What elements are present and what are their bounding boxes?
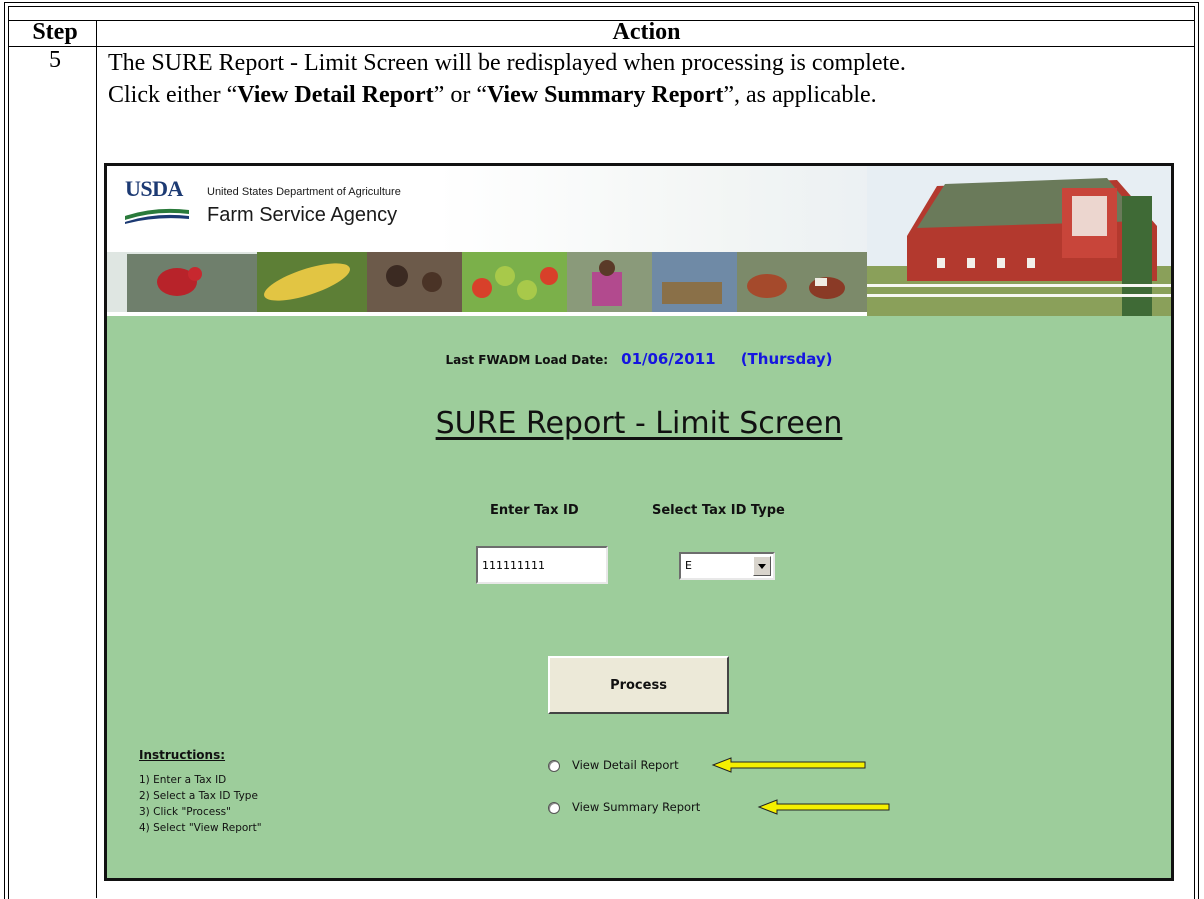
radio-icon[interactable] bbox=[548, 801, 560, 814]
action-line-2: Click either “View Detail Report” or “Vi… bbox=[108, 82, 877, 108]
step-number: 5 bbox=[49, 47, 61, 73]
header-step: Step bbox=[32, 19, 78, 45]
radio-icon[interactable] bbox=[548, 759, 560, 772]
tax-id-type-value: E bbox=[685, 559, 692, 572]
page-title: SURE Report - Limit Screen bbox=[435, 406, 843, 441]
instructions-list: 1) Enter a Tax ID 2) Select a Tax ID Typ… bbox=[139, 772, 262, 836]
fsa-banner: USDA United States Department of Agricul… bbox=[107, 166, 1171, 316]
limit-screen-body: Last FWADM Load Date: 01/06/2011 (Thursd… bbox=[107, 316, 1171, 878]
table-column-rule bbox=[96, 20, 97, 898]
load-date-row: Last FWADM Load Date: 01/06/2011 (Thursd… bbox=[107, 349, 1171, 368]
instruction-item: 1) Enter a Tax ID bbox=[139, 774, 227, 786]
dropdown-button[interactable] bbox=[753, 556, 771, 576]
pointer-arrow-icon bbox=[757, 799, 890, 815]
agriculture-photo-strip bbox=[107, 252, 867, 312]
view-summary-report-option[interactable]: View Summary Report bbox=[548, 800, 700, 814]
tax-id-input[interactable] bbox=[476, 546, 608, 584]
tax-id-label: Enter Tax ID bbox=[490, 503, 579, 518]
usda-logo: USDA bbox=[125, 176, 183, 201]
agency-name: Farm Service Agency bbox=[207, 204, 398, 226]
instruction-item: 3) Click "Process" bbox=[139, 806, 231, 818]
load-date-label: Last FWADM Load Date: bbox=[445, 353, 609, 367]
action-line-1: The SURE Report - Limit Screen will be r… bbox=[108, 50, 906, 76]
load-day-value: (Thursday) bbox=[740, 350, 833, 368]
header-action: Action bbox=[612, 19, 681, 45]
view-detail-report-option[interactable]: View Detail Report bbox=[548, 758, 679, 772]
detail-report-ref: View Detail Report bbox=[237, 82, 434, 108]
pointer-arrow-icon bbox=[711, 757, 866, 773]
summary-report-ref: View Summary Report bbox=[486, 82, 724, 108]
view-summary-report-label[interactable]: View Summary Report bbox=[572, 800, 700, 814]
dropdown-arrow-icon bbox=[758, 564, 766, 569]
sure-limit-screenshot: USDA United States Department of Agricul… bbox=[104, 163, 1174, 881]
load-date-value: 01/06/2011 bbox=[621, 350, 716, 368]
instruction-item: 2) Select a Tax ID Type bbox=[139, 790, 258, 802]
instructions-title: Instructions: bbox=[139, 748, 226, 762]
barn-photo bbox=[867, 166, 1171, 316]
department-name: United States Department of Agriculture bbox=[207, 186, 401, 198]
view-detail-report-label[interactable]: View Detail Report bbox=[572, 758, 679, 772]
process-button[interactable]: Process bbox=[548, 656, 729, 714]
tax-id-type-label: Select Tax ID Type bbox=[652, 503, 785, 518]
action-text: The SURE Report - Limit Screen will be r… bbox=[108, 47, 906, 111]
usda-swoosh-icon bbox=[125, 208, 189, 224]
instruction-item: 4) Select "View Report" bbox=[139, 822, 262, 834]
tax-id-type-select[interactable]: E bbox=[679, 552, 775, 580]
